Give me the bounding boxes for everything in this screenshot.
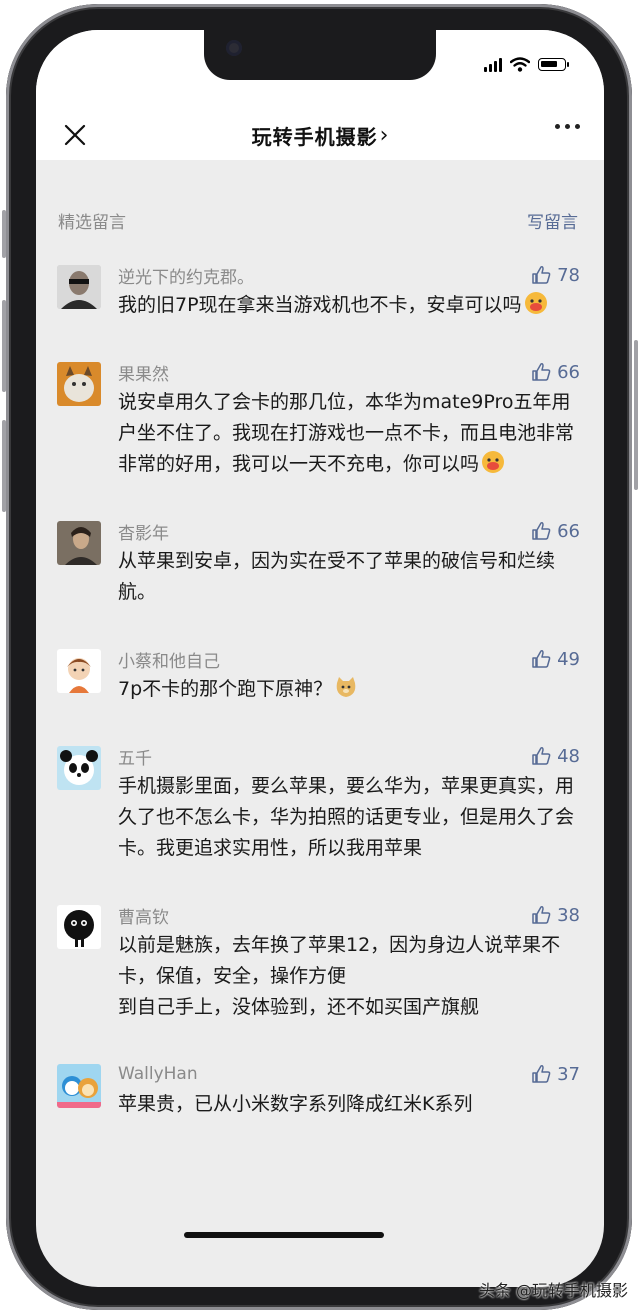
comment-text: 以前是魅族，去年换了苹果12，因为身边人说苹果不卡，保值，安全，操作方便 到自己… <box>118 934 561 1018</box>
commenter-name[interactable]: 杳影年 <box>118 519 169 544</box>
like-count: 38 <box>557 904 580 926</box>
commenter-name[interactable]: WallyHan <box>118 1064 198 1084</box>
like-count: 78 <box>557 264 580 286</box>
home-indicator[interactable] <box>184 1232 384 1238</box>
comment-text: 7p不卡的那个跑下原神？ <box>118 674 580 705</box>
avatar[interactable] <box>57 649 101 693</box>
avatar[interactable] <box>57 905 101 949</box>
power-button <box>634 340 638 490</box>
like-button[interactable]: 48 <box>531 746 580 767</box>
comment-list: 逆光下的约克郡。 78 我的旧7P现在拿来当游戏机也不卡，安卓可以吗 果果然 6… <box>36 262 604 1120</box>
notch <box>204 30 436 80</box>
thumbs-up-icon <box>532 1065 551 1083</box>
commenter-name[interactable]: 果果然 <box>118 360 169 385</box>
like-button[interactable]: 38 <box>531 905 580 926</box>
hot-face-emoji <box>524 292 547 314</box>
avatar[interactable] <box>57 521 101 565</box>
silent-switch <box>2 210 6 258</box>
doge-emoji <box>336 677 356 697</box>
status-bar <box>36 30 604 110</box>
comment-item: 小蔡和他自己 49 7p不卡的那个跑下原神？ <box>36 646 604 705</box>
avatar[interactable] <box>57 265 101 309</box>
avatar[interactable] <box>57 362 101 406</box>
section-header: 精选留言 写留言 <box>58 208 578 233</box>
commenter-name[interactable]: 曹高钦 <box>118 903 169 928</box>
comment-item: 果果然 66 说安卓用久了会卡的那几位，本华为mate9Pro五年用户坐不住了。… <box>36 359 604 480</box>
like-button[interactable]: 37 <box>531 1064 580 1085</box>
avatar[interactable] <box>57 746 101 790</box>
like-button[interactable]: 78 <box>531 265 580 286</box>
nav-bar: 玩转手机摄影 › <box>36 110 604 160</box>
comment-body: 说安卓用久了会卡的那几位，本华为mate9Pro五年用户坐不住了。我现在打游戏也… <box>118 391 575 475</box>
comment-item: 杳影年 66 从苹果到安卓，因为实在受不了苹果的破信号和烂续航。 <box>36 518 604 608</box>
like-count: 37 <box>557 1063 580 1085</box>
hot-face-emoji <box>482 451 505 473</box>
like-count: 66 <box>557 361 580 383</box>
comment-text: 从苹果到安卓，因为实在受不了苹果的破信号和烂续航。 <box>118 550 556 603</box>
comment-body: 我的旧7P现在拿来当游戏机也不卡，安卓可以吗 <box>118 294 522 316</box>
volume-up-button <box>2 300 6 392</box>
thumbs-up-icon <box>532 650 551 668</box>
avatar[interactable] <box>57 1064 101 1108</box>
like-count: 49 <box>557 648 580 670</box>
front-camera <box>226 40 242 56</box>
battery-icon <box>538 58 569 71</box>
thumbs-up-icon <box>532 522 551 540</box>
comment-text: 手机摄影里面，要么苹果，要么华为，苹果更真实，用久了也不怎么卡，华为拍照的话更专… <box>118 775 575 859</box>
comment-item: 五千 48 手机摄影里面，要么苹果，要么华为，苹果更真实，用久了也不怎么卡，华为… <box>36 743 604 864</box>
cellular-signal-icon <box>484 57 502 72</box>
close-icon <box>64 124 86 146</box>
section-title: 精选留言 <box>58 213 126 233</box>
comment-text: 说安卓用久了会卡的那几位，本华为mate9Pro五年用户坐不住了。我现在打游戏也… <box>118 387 580 480</box>
like-button[interactable]: 66 <box>531 521 580 542</box>
write-comment-link[interactable]: 写留言 <box>527 208 578 233</box>
comment-item: 曹高钦 38 以前是魅族，去年换了苹果12，因为身边人说苹果不卡，保值，安全，操… <box>36 902 604 1023</box>
wifi-icon <box>510 57 530 72</box>
like-count: 48 <box>557 745 580 767</box>
comment-text: 我的旧7P现在拿来当游戏机也不卡，安卓可以吗 <box>118 290 580 321</box>
commenter-name[interactable]: 五千 <box>118 744 152 769</box>
commenter-name[interactable]: 逆光下的约克郡。 <box>118 263 254 288</box>
comment-text: 苹果贵，已从小米数字系列降成红米K系列 <box>118 1093 473 1115</box>
like-count: 66 <box>557 520 580 542</box>
status-icons <box>484 57 569 72</box>
comment-item: 逆光下的约克郡。 78 我的旧7P现在拿来当游戏机也不卡，安卓可以吗 <box>36 262 604 321</box>
thumbs-up-icon <box>532 363 551 381</box>
thumbs-up-icon <box>532 266 551 284</box>
like-button[interactable]: 66 <box>531 362 580 383</box>
thumbs-up-icon <box>532 747 551 765</box>
page-title[interactable]: 玩转手机摄影 <box>252 121 378 150</box>
comment-item: WallyHan 37 苹果贵，已从小米数字系列降成红米K系列 <box>36 1061 604 1120</box>
phone-screen: 玩转手机摄影 › 精选留言 写留言 逆光下的约克郡。 78 我的旧7P现在拿来当… <box>36 30 604 1287</box>
like-button[interactable]: 49 <box>531 649 580 670</box>
thumbs-up-icon <box>532 906 551 924</box>
chevron-right-icon[interactable]: › <box>380 123 389 148</box>
commenter-name[interactable]: 小蔡和他自己 <box>118 647 220 672</box>
more-options-button[interactable] <box>555 124 580 129</box>
watermark: 头条 @玩转手机摄影 <box>478 1281 628 1300</box>
close-button[interactable] <box>58 118 92 152</box>
volume-down-button <box>2 420 6 512</box>
comment-body: 7p不卡的那个跑下原神？ <box>118 678 333 700</box>
